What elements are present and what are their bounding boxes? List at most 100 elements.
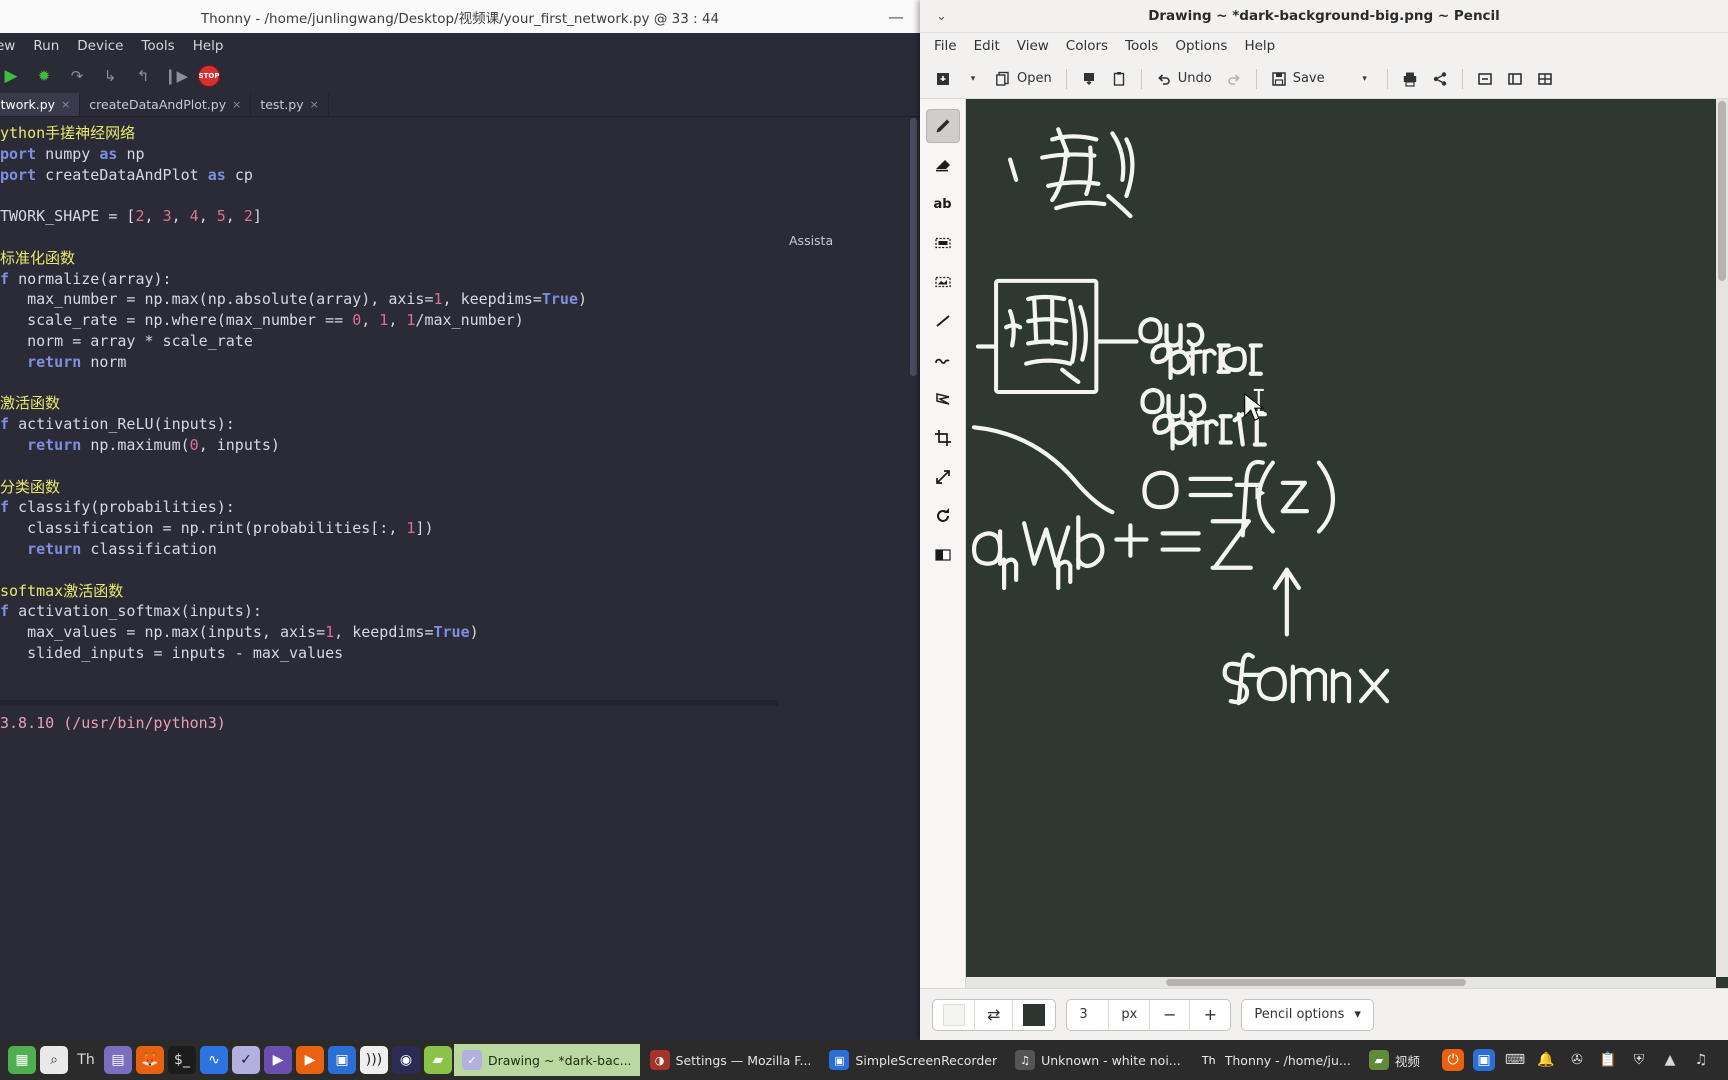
drawing-canvas[interactable] [966,99,1728,988]
checkmark-icon[interactable]: ✓ [232,1046,260,1074]
taskbar-window-drawing[interactable]: ✓ Drawing ~ *dark-bac... [454,1044,640,1076]
swap-colors-icon[interactable]: ⇄ [975,999,1014,1030]
taskbar-window-videos[interactable]: ▰ 视频 [1361,1044,1428,1076]
terminal-icon[interactable]: $_ [168,1046,196,1074]
canvas-horizontal-scrollbar[interactable] [966,977,1716,988]
screenshot-icon[interactable]: ▣ [328,1046,356,1074]
vlc-icon[interactable]: ▶ [296,1046,324,1074]
open-button[interactable]: Open [988,64,1059,94]
fit-window-icon[interactable] [1470,64,1500,94]
tab-network-py[interactable]: network.py × [0,93,81,116]
stop-button[interactable]: STOP [198,65,220,87]
menu-tools[interactable]: Tools [1125,38,1158,54]
sidebar-toggle-icon[interactable] [1500,64,1530,94]
save-button[interactable]: Save [1264,64,1332,94]
select-freeform-tool[interactable] [926,265,960,299]
tab-close-icon[interactable]: × [310,98,319,111]
taskbar-window-music[interactable]: ♫ Unknown - white noi... [1007,1044,1189,1076]
select-rectangle-tool[interactable] [926,226,960,260]
camera-icon[interactable]: ▣ [1473,1049,1495,1071]
menu-help[interactable]: Help [193,38,224,54]
thonny-minimize-button[interactable]: — [888,7,904,26]
new-image-dropdown-icon[interactable]: ▾ [958,64,988,94]
redo-button[interactable] [1219,64,1249,94]
chevron-down-icon[interactable]: ▾ [1352,1000,1373,1030]
polygon-tool[interactable] [926,382,960,416]
search-icon[interactable]: ⌕ [40,1046,68,1074]
taskbar-window-settings[interactable]: ◑ Settings — Mozilla F... [642,1044,820,1076]
firefox-icon[interactable]: 🦊 [136,1046,164,1074]
step-into-button[interactable]: ↳ [99,65,121,87]
foreground-color-swatch[interactable] [1013,1000,1055,1030]
notification-bell-icon[interactable]: 🔔 [1535,1049,1557,1071]
bluetooth-icon[interactable]: ✇ [1566,1049,1588,1071]
menu-tools[interactable]: Tools [141,38,174,54]
clipboard-icon[interactable]: 📋 [1597,1049,1619,1071]
curve-tool[interactable] [926,343,960,377]
eraser-tool[interactable] [926,148,960,182]
copy-icon[interactable] [1074,64,1104,94]
grid-toggle-icon[interactable] [1530,64,1560,94]
print-icon[interactable] [1395,64,1425,94]
rotate-tool[interactable] [926,499,960,533]
menu-help[interactable]: Help [1244,38,1275,54]
tab-close-icon[interactable]: × [61,98,70,111]
taskbar-window-recorder[interactable]: ▣ SimpleScreenRecorder [821,1044,1005,1076]
filters-tool[interactable] [926,538,960,572]
wifi-icon[interactable]: ▲ [1659,1049,1681,1071]
share-icon[interactable] [1425,64,1455,94]
text-tool[interactable]: ab [926,187,960,221]
pencil-tool[interactable] [925,109,960,143]
resume-button[interactable]: ❙▶ [164,65,188,87]
canvas-vertical-scrollbar[interactable] [1716,99,1728,977]
pencil-options-label[interactable]: Pencil options [1242,1000,1352,1030]
menu-colors[interactable]: Colors [1066,38,1108,54]
tab-createdataandplot-py[interactable]: createDataAndPlot.py × [80,93,252,116]
audacity-icon[interactable]: ∿ [200,1046,228,1074]
background-color-swatch[interactable] [933,999,975,1030]
text-editor-icon[interactable]: ▤ [104,1046,132,1074]
scrollbar-thumb[interactable] [1166,979,1466,986]
scale-tool[interactable] [926,460,960,494]
shield-icon[interactable]: ⛨ [1628,1049,1650,1071]
paste-icon[interactable] [1104,64,1134,94]
thonny-icon[interactable]: Th [72,1046,100,1074]
menu-edit[interactable]: Edit [974,38,1000,54]
pencil-options-dropdown[interactable]: Pencil options ▾ [1241,998,1374,1031]
taskbar-window-thonny[interactable]: Th Thonny - /home/ju... [1191,1044,1359,1076]
menu-file[interactable]: File [934,38,957,54]
power-icon[interactable]: ⏻ [1442,1049,1464,1071]
new-image-icon[interactable] [928,64,958,94]
drawing-canvas-area[interactable] [966,99,1728,988]
code-editor[interactable]: ython手搓神经网络 port numpy as np port createDa… [0,117,778,671]
step-over-button[interactable]: ↷ [66,65,88,87]
show-applications-icon[interactable]: ▦ [8,1046,36,1074]
menu-run[interactable]: Run [33,38,59,54]
menu-view[interactable]: ew [0,38,15,54]
run-button[interactable]: ▶ [0,65,22,87]
brush-size-decrease-button[interactable]: − [1150,999,1191,1030]
volume-icon[interactable]: ♫ [1690,1049,1712,1071]
line-tool[interactable] [926,304,960,338]
crop-tool[interactable] [926,421,960,455]
files-icon[interactable]: ▰ [424,1046,452,1074]
undo-button[interactable]: Undo [1149,64,1219,94]
tab-test-py[interactable]: test.py × [251,93,329,116]
assistant-panel-label[interactable]: Assista [789,233,920,253]
save-dropdown-icon[interactable]: ▾ [1350,64,1380,94]
ubuntu-icon[interactable]: ◉ [392,1046,420,1074]
thonny-shell[interactable]: 3.8.10 (/usr/bin/python3) [0,700,778,1040]
brush-size-increase-button[interactable]: + [1190,1000,1230,1030]
step-out-button[interactable]: ↰ [132,65,154,87]
keyboard-icon[interactable]: ⌨ [1504,1049,1526,1071]
menu-device[interactable]: Device [77,38,123,54]
debug-button[interactable]: ✹ [33,65,55,87]
editor-vertical-scrollbar[interactable] [908,117,919,671]
recorder-icon[interactable]: ))) [360,1046,388,1074]
menu-view[interactable]: View [1017,38,1049,54]
videoplayer-icon[interactable]: ▶ [264,1046,292,1074]
brush-size-value[interactable]: 3 [1067,999,1110,1030]
menu-options[interactable]: Options [1175,38,1227,54]
scrollbar-thumb[interactable] [1718,101,1726,281]
tab-close-icon[interactable]: × [232,98,241,111]
